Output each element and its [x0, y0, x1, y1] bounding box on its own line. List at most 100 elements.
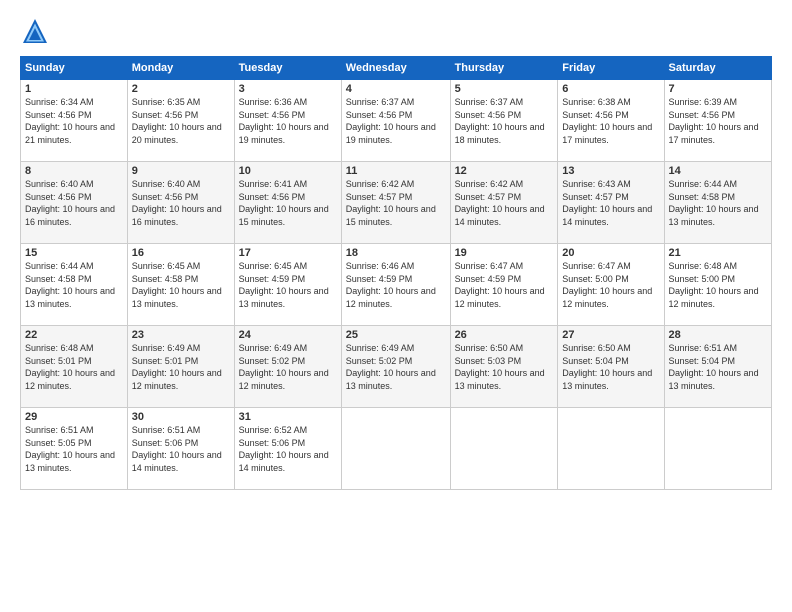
day-info: Sunrise: 6:47 AMSunset: 4:59 PMDaylight:… [455, 261, 545, 309]
calendar-cell [450, 408, 558, 490]
day-info: Sunrise: 6:42 AMSunset: 4:57 PMDaylight:… [455, 179, 545, 227]
day-number: 24 [239, 329, 337, 341]
day-info: Sunrise: 6:36 AMSunset: 4:56 PMDaylight:… [239, 97, 329, 145]
day-info: Sunrise: 6:48 AMSunset: 5:00 PMDaylight:… [669, 261, 759, 309]
calendar-cell: 5 Sunrise: 6:37 AMSunset: 4:56 PMDaylight… [450, 80, 558, 162]
day-number: 11 [346, 165, 446, 177]
day-info: Sunrise: 6:40 AMSunset: 4:56 PMDaylight:… [25, 179, 115, 227]
day-info: Sunrise: 6:37 AMSunset: 4:56 PMDaylight:… [346, 97, 436, 145]
calendar-week-4: 22 Sunrise: 6:48 AMSunset: 5:01 PMDayligh… [21, 326, 772, 408]
day-number: 9 [132, 165, 230, 177]
calendar-cell: 20 Sunrise: 6:47 AMSunset: 5:00 PMDayligh… [558, 244, 664, 326]
day-info: Sunrise: 6:42 AMSunset: 4:57 PMDaylight:… [346, 179, 436, 227]
day-header-thursday: Thursday [450, 57, 558, 80]
calendar-cell: 24 Sunrise: 6:49 AMSunset: 5:02 PMDayligh… [234, 326, 341, 408]
header [20, 16, 772, 46]
day-info: Sunrise: 6:48 AMSunset: 5:01 PMDaylight:… [25, 343, 115, 391]
calendar-cell: 6Sunrise: 6:38 AMSunset: 4:56 PMDaylight… [558, 80, 664, 162]
calendar-week-3: 15 Sunrise: 6:44 AMSunset: 4:58 PMDayligh… [21, 244, 772, 326]
day-number: 21 [669, 247, 767, 259]
day-info: Sunrise: 6:39 AMSunset: 4:56 PMDaylight:… [669, 97, 759, 145]
calendar-cell [664, 408, 771, 490]
calendar-cell: 7 Sunrise: 6:39 AMSunset: 4:56 PMDaylight… [664, 80, 771, 162]
day-number: 8 [25, 165, 123, 177]
calendar-cell: 13 Sunrise: 6:43 AMSunset: 4:57 PMDayligh… [558, 162, 664, 244]
day-info: Sunrise: 6:49 AMSunset: 5:01 PMDaylight:… [132, 343, 222, 391]
day-header-tuesday: Tuesday [234, 57, 341, 80]
day-info: Sunrise: 6:47 AMSunset: 5:00 PMDaylight:… [562, 261, 652, 309]
day-number: 29 [25, 411, 123, 423]
day-info: Sunrise: 6:46 AMSunset: 4:59 PMDaylight:… [346, 261, 436, 309]
day-number: 14 [669, 165, 767, 177]
day-info: Sunrise: 6:35 AMSunset: 4:56 PMDaylight:… [132, 97, 222, 145]
calendar-cell: 19 Sunrise: 6:47 AMSunset: 4:59 PMDayligh… [450, 244, 558, 326]
day-info: Sunrise: 6:45 AMSunset: 4:58 PMDaylight:… [132, 261, 222, 309]
day-number: 5 [455, 83, 554, 95]
day-info: Sunrise: 6:44 AMSunset: 4:58 PMDaylight:… [669, 179, 759, 227]
calendar-cell: 3 Sunrise: 6:36 AMSunset: 4:56 PMDaylight… [234, 80, 341, 162]
calendar-week-5: 29 Sunrise: 6:51 AMSunset: 5:05 PMDayligh… [21, 408, 772, 490]
day-number: 28 [669, 329, 767, 341]
day-info: Sunrise: 6:43 AMSunset: 4:57 PMDaylight:… [562, 179, 652, 227]
logo-icon [20, 16, 50, 46]
day-info: Sunrise: 6:40 AMSunset: 4:56 PMDaylight:… [132, 179, 222, 227]
day-header-saturday: Saturday [664, 57, 771, 80]
day-info: Sunrise: 6:49 AMSunset: 5:02 PMDaylight:… [346, 343, 436, 391]
day-info: Sunrise: 6:45 AMSunset: 4:59 PMDaylight:… [239, 261, 329, 309]
calendar-cell: 16 Sunrise: 6:45 AMSunset: 4:58 PMDayligh… [127, 244, 234, 326]
day-info: Sunrise: 6:51 AMSunset: 5:04 PMDaylight:… [669, 343, 759, 391]
day-info: Sunrise: 6:44 AMSunset: 4:58 PMDaylight:… [25, 261, 115, 309]
day-number: 3 [239, 83, 337, 95]
day-header-wednesday: Wednesday [341, 57, 450, 80]
day-number: 19 [455, 247, 554, 259]
calendar-cell: 1 Sunrise: 6:34 AMSunset: 4:56 PMDaylight… [21, 80, 128, 162]
day-number: 22 [25, 329, 123, 341]
day-number: 16 [132, 247, 230, 259]
calendar-cell: 29 Sunrise: 6:51 AMSunset: 5:05 PMDayligh… [21, 408, 128, 490]
day-number: 31 [239, 411, 337, 423]
day-info: Sunrise: 6:51 AMSunset: 5:06 PMDaylight:… [132, 425, 222, 473]
day-info: Sunrise: 6:34 AMSunset: 4:56 PMDaylight:… [25, 97, 115, 145]
day-info: Sunrise: 6:51 AMSunset: 5:05 PMDaylight:… [25, 425, 115, 473]
calendar-week-2: 8 Sunrise: 6:40 AMSunset: 4:56 PMDaylight… [21, 162, 772, 244]
calendar-cell: 10Sunrise: 6:41 AMSunset: 4:56 PMDayligh… [234, 162, 341, 244]
calendar-cell [341, 408, 450, 490]
day-info: Sunrise: 6:50 AMSunset: 5:04 PMDaylight:… [562, 343, 652, 391]
calendar-cell: 9 Sunrise: 6:40 AMSunset: 4:56 PMDaylight… [127, 162, 234, 244]
calendar-cell: 28 Sunrise: 6:51 AMSunset: 5:04 PMDayligh… [664, 326, 771, 408]
calendar-cell: 18 Sunrise: 6:46 AMSunset: 4:59 PMDayligh… [341, 244, 450, 326]
day-number: 13 [562, 165, 659, 177]
day-number: 23 [132, 329, 230, 341]
calendar-cell: 12 Sunrise: 6:42 AMSunset: 4:57 PMDayligh… [450, 162, 558, 244]
calendar-header-row: SundayMondayTuesdayWednesdayThursdayFrid… [21, 57, 772, 80]
calendar-cell: 26Sunrise: 6:50 AMSunset: 5:03 PMDayligh… [450, 326, 558, 408]
day-number: 12 [455, 165, 554, 177]
calendar-cell: 11 Sunrise: 6:42 AMSunset: 4:57 PMDayligh… [341, 162, 450, 244]
day-info: Sunrise: 6:37 AMSunset: 4:56 PMDaylight:… [455, 97, 545, 145]
day-number: 1 [25, 83, 123, 95]
day-info: Sunrise: 6:49 AMSunset: 5:02 PMDaylight:… [239, 343, 329, 391]
calendar-cell: 17 Sunrise: 6:45 AMSunset: 4:59 PMDayligh… [234, 244, 341, 326]
day-number: 2 [132, 83, 230, 95]
logo [20, 16, 54, 46]
day-number: 15 [25, 247, 123, 259]
day-number: 4 [346, 83, 446, 95]
calendar-cell: 31 Sunrise: 6:52 AMSunset: 5:06 PMDayligh… [234, 408, 341, 490]
calendar-cell: 25 Sunrise: 6:49 AMSunset: 5:02 PMDayligh… [341, 326, 450, 408]
day-number: 18 [346, 247, 446, 259]
day-number: 20 [562, 247, 659, 259]
calendar-cell: 2 Sunrise: 6:35 AMSunset: 4:56 PMDaylight… [127, 80, 234, 162]
calendar-week-1: 1 Sunrise: 6:34 AMSunset: 4:56 PMDaylight… [21, 80, 772, 162]
calendar-cell: 21 Sunrise: 6:48 AMSunset: 5:00 PMDayligh… [664, 244, 771, 326]
calendar-cell: 22 Sunrise: 6:48 AMSunset: 5:01 PMDayligh… [21, 326, 128, 408]
day-info: Sunrise: 6:52 AMSunset: 5:06 PMDaylight:… [239, 425, 329, 473]
calendar-cell: 14 Sunrise: 6:44 AMSunset: 4:58 PMDayligh… [664, 162, 771, 244]
day-number: 17 [239, 247, 337, 259]
day-header-sunday: Sunday [21, 57, 128, 80]
day-number: 7 [669, 83, 767, 95]
page: SundayMondayTuesdayWednesdayThursdayFrid… [0, 0, 792, 612]
day-header-monday: Monday [127, 57, 234, 80]
calendar-cell [558, 408, 664, 490]
calendar-cell: 8 Sunrise: 6:40 AMSunset: 4:56 PMDaylight… [21, 162, 128, 244]
day-number: 25 [346, 329, 446, 341]
